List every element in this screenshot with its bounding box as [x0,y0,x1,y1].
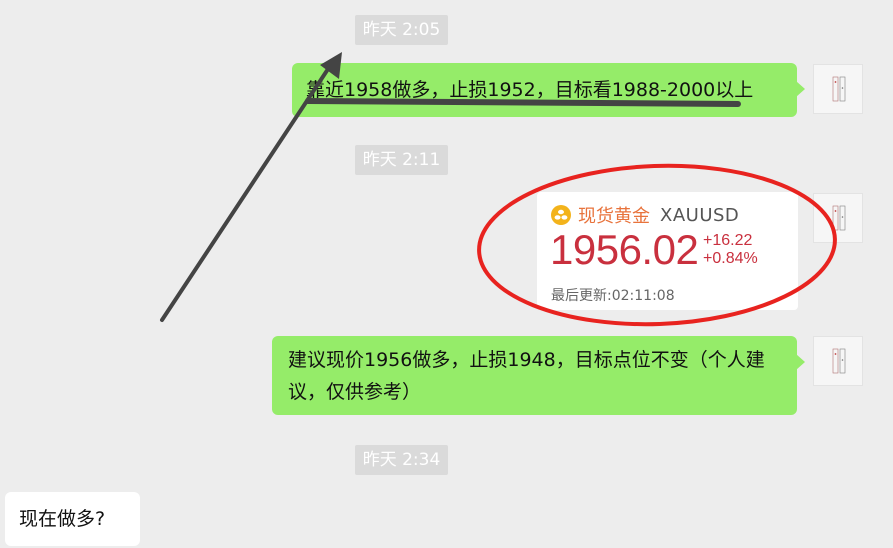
timestamp: 昨天 2:11 [355,145,448,175]
last-updated-time: 02:11:08 [611,288,675,304]
last-updated: 最后更新:02:11:08 [551,285,675,305]
message-text: 现在做多? [19,508,106,530]
instrument-name: 现货黄金 [578,206,650,227]
message-text: 靠近1958做多，止损1952，目标看1988-2000以上 [306,79,754,101]
timestamp: 昨天 2:34 [355,445,448,475]
instrument-code: XAUUSD [660,204,740,226]
timestamp: 昨天 2:05 [355,15,448,45]
message-text: 建议现价1956做多，止损1948，目标点位不变（个人建议，仅供参考） [288,349,765,403]
seal-signature-icon [832,348,846,374]
seal-signature-icon [832,205,846,231]
avatar[interactable] [813,64,863,114]
gold-coins-icon [551,205,571,225]
seal-signature-icon [832,76,846,102]
change-absolute: +16.22 [703,232,753,249]
received-message-bubble[interactable]: 现在做多? [5,492,140,546]
last-updated-label: 最后更新: [551,288,612,304]
quote-card[interactable]: 现货黄金 XAUUSD 1956.02 +16.22 +0.84% 最后更新:0… [537,192,798,310]
price-change: +16.22 +0.84% [703,232,758,268]
sent-message-bubble[interactable]: 建议现价1956做多，止损1948，目标点位不变（个人建议，仅供参考） [272,336,805,415]
change-percent: +0.84% [703,250,758,267]
price-value: 1956.02 [550,226,699,273]
avatar[interactable] [813,336,863,386]
avatar[interactable] [813,193,863,243]
sent-message-bubble[interactable]: 靠近1958做多，止损1952，目标看1988-2000以上 [292,63,805,117]
